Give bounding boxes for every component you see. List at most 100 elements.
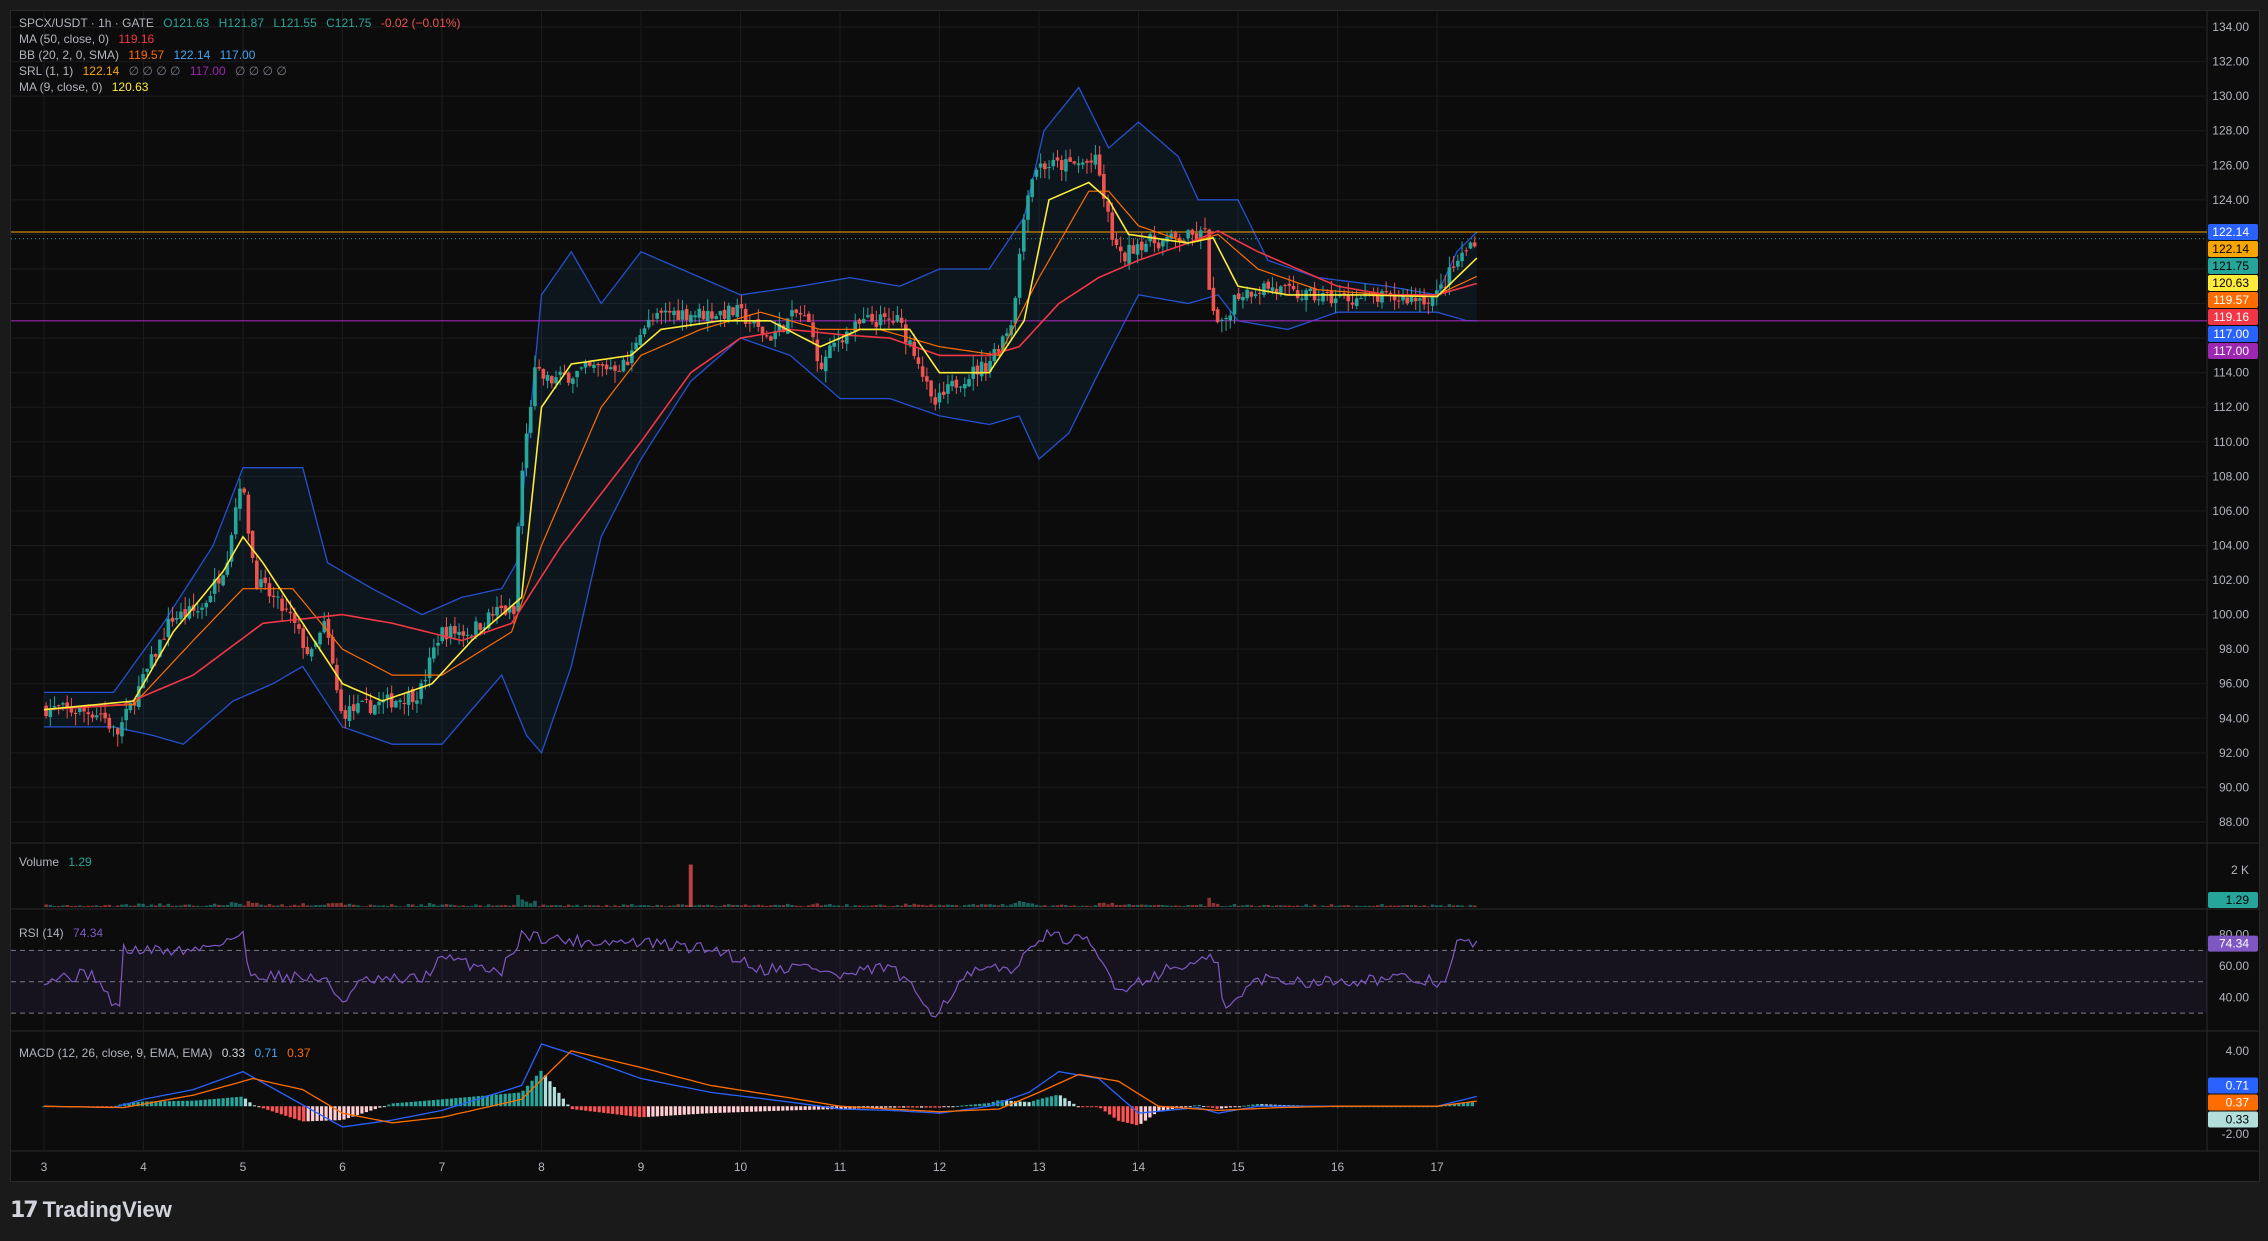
- macd-histogram-bar: [919, 1106, 924, 1108]
- candle-body: [246, 494, 251, 534]
- macd-histogram-bar: [794, 1106, 798, 1111]
- x-tick-label: 14: [1132, 1160, 1146, 1174]
- x-tick-label: 4: [140, 1160, 147, 1174]
- legend-ma50-row[interactable]: MA (50, close, 0) 119.16: [19, 31, 467, 47]
- volume-bar: [1426, 906, 1431, 907]
- volume-bar: [174, 905, 179, 907]
- macd-histogram-bar: [584, 1106, 588, 1111]
- volume-bar: [714, 905, 718, 907]
- macd-histogram-bar: [1246, 1105, 1251, 1107]
- volume-bar: [1021, 901, 1026, 907]
- price-tick-label: 108.00: [2212, 469, 2249, 483]
- volume-bar: [1076, 906, 1081, 907]
- volume-bar: [912, 903, 917, 907]
- candle-body: [819, 362, 824, 370]
- price-tick-label: 104.00: [2212, 538, 2249, 552]
- candle-body: [1451, 266, 1456, 268]
- candle-body: [541, 368, 546, 379]
- candle-body: [630, 350, 634, 364]
- legend-ma9-row[interactable]: MA (9, close, 0) 120.63: [19, 79, 467, 95]
- candle-body: [583, 362, 588, 368]
- macd-histogram-bar: [561, 1098, 565, 1107]
- macd-histogram-bar: [937, 1106, 942, 1108]
- macd-histogram-bar: [1058, 1095, 1062, 1107]
- candle-body: [1460, 252, 1464, 262]
- volume-bar: [1249, 905, 1254, 907]
- volume-bar: [457, 905, 461, 907]
- volume-bar: [1089, 906, 1094, 907]
- volume-tag-label: 1.29: [2226, 893, 2250, 907]
- candle-body: [537, 366, 541, 369]
- volume-bar: [1068, 905, 1072, 907]
- volume-legend[interactable]: Volume 1.29: [19, 854, 98, 870]
- candle-body: [735, 304, 740, 317]
- candle-body: [373, 705, 377, 715]
- macd-histogram-bar: [1211, 1106, 1215, 1108]
- volume-bar: [1198, 904, 1203, 907]
- candle-body: [1350, 302, 1355, 305]
- volume-bar: [208, 904, 213, 907]
- volume-bar: [1080, 905, 1085, 907]
- macd-histogram-bar: [754, 1106, 758, 1112]
- volume-bar: [410, 904, 415, 907]
- volume-bar: [604, 904, 609, 907]
- macd-histogram-bar: [624, 1106, 628, 1116]
- candle-body: [356, 703, 360, 713]
- macd-histogram-bar: [637, 1106, 642, 1118]
- price-tick-label: 126.00: [2212, 158, 2249, 172]
- macd-histogram-bar: [619, 1106, 624, 1115]
- macd-histogram-bar: [570, 1106, 574, 1110]
- macd-histogram-bar: [449, 1098, 454, 1107]
- candle-body: [1405, 297, 1410, 304]
- rsi-axis-label: 60.00: [2219, 959, 2249, 973]
- volume-bar: [1064, 904, 1068, 907]
- macd-histogram-bar: [691, 1106, 695, 1115]
- volume-bar: [933, 905, 938, 907]
- chart-frame[interactable]: 3 4 5 6 7 8 9 10 11 12 13 14 15 16 17 134.00 132.00 130.0…: [10, 10, 2260, 1182]
- volume-bar: [309, 905, 314, 907]
- volume-bar: [672, 905, 676, 907]
- macd-histogram-bar: [436, 1099, 440, 1107]
- volume-bar: [242, 905, 246, 907]
- candle-body: [667, 310, 672, 313]
- volume-bar: [1312, 904, 1317, 907]
- volume-bar: [1127, 904, 1131, 907]
- candle-body: [954, 379, 959, 388]
- volume-bar: [840, 906, 845, 907]
- legend-bb-row[interactable]: BB (20, 2, 0, SMA) 119.57 122.14 117.00: [19, 47, 467, 63]
- candle-body: [866, 315, 870, 318]
- candle-body: [364, 698, 369, 700]
- macd-histogram-bar: [628, 1106, 633, 1117]
- macd-histogram-bar: [391, 1103, 395, 1107]
- macd-legend[interactable]: MACD (12, 26, close, 9, EMA, EMA) 0.33 0…: [19, 1045, 317, 1061]
- legend-srl-row[interactable]: SRL (1, 1) 122.14 ∅ ∅ ∅ ∅ 117.00 ∅ ∅ ∅ ∅: [19, 63, 467, 79]
- candle-body: [676, 310, 681, 320]
- rsi-legend[interactable]: RSI (14) 74.34: [19, 925, 109, 941]
- candle-body: [828, 345, 832, 359]
- volume-bar: [562, 906, 567, 907]
- volume-bar: [137, 903, 141, 907]
- macd-histogram-bar: [530, 1080, 534, 1107]
- volume-bar: [94, 905, 99, 907]
- volume-bar: [1443, 906, 1447, 907]
- candle-body: [1047, 167, 1051, 169]
- volume-bar: [587, 905, 592, 907]
- srl-label: SRL (1, 1): [19, 64, 74, 78]
- candle-body: [457, 631, 461, 635]
- macd-histogram-bar: [539, 1070, 543, 1107]
- volume-bar: [1220, 906, 1224, 907]
- ohlc-high: H121.87: [218, 16, 265, 30]
- chart-svg[interactable]: 3 4 5 6 7 8 9 10 11 12 13 14 15 16 17 134.00 132.00 130.0…: [11, 11, 2259, 1181]
- volume-bar: [1085, 905, 1089, 907]
- volume-bar: [1114, 904, 1119, 907]
- candle-body: [200, 607, 204, 610]
- candle-body: [579, 367, 584, 369]
- volume-bar: [389, 904, 394, 907]
- symbol-label[interactable]: SPCX/USDT · 1h · GATE: [19, 16, 154, 30]
- volume-bar: [1342, 905, 1346, 907]
- tradingview-brand[interactable]: 17 TradingView: [10, 1188, 172, 1232]
- volume-bar: [1165, 905, 1169, 907]
- candle-body: [1472, 242, 1477, 247]
- macd-histogram-bar: [1193, 1105, 1197, 1107]
- volume-bar: [596, 905, 600, 907]
